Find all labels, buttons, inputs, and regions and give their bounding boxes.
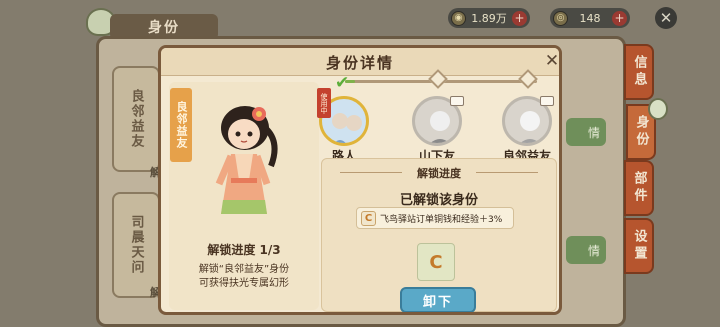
perk-row: C 飞鸟驿站订单铜钱和经验＋3% xyxy=(356,207,514,229)
copper-coin-value: 1.89万 xyxy=(471,12,507,25)
identity-card[interactable]: 良邻益友 xyxy=(112,66,160,172)
close-icon[interactable]: ✕ xyxy=(655,7,677,29)
add-copper-button[interactable]: + xyxy=(512,10,527,26)
add-jade-button[interactable]: + xyxy=(612,10,627,26)
close-icon[interactable]: ✕ xyxy=(544,51,559,71)
detail-button[interactable]: 情 xyxy=(566,118,606,146)
identity-card[interactable]: 司晨天问 xyxy=(112,192,160,298)
bonus-icon: C xyxy=(361,210,376,226)
check-icon: ✔ xyxy=(335,73,350,93)
character-illustration xyxy=(215,106,278,214)
copper-coin-icon: ◉ xyxy=(451,10,466,26)
tab-parts[interactable]: 部件 xyxy=(624,160,654,216)
jade-coin-counter: ◎ 148 + xyxy=(550,8,630,28)
character-name-ribbon: 良邻益友 xyxy=(170,88,192,162)
jade-coin-icon: ◎ xyxy=(553,10,568,26)
in-use-tag: 使用中 xyxy=(317,88,331,118)
identity-detail-modal: 身份详情 ✕ 良邻益友 解锁进度 1/3 解锁“良邻益友”身份 可获得扶光专属幻… xyxy=(158,45,562,315)
mascot-icon xyxy=(648,98,668,120)
role-badge-icon xyxy=(450,96,464,106)
jade-coin-value: 148 xyxy=(579,11,601,25)
unlock-count: 解锁进度 1/3 xyxy=(207,243,281,257)
reward-icon: C xyxy=(417,243,455,281)
unlock-description: 解锁“良邻益友”身份 可获得扶光专属幻形 xyxy=(198,264,290,289)
unlock-info-box: 解锁进度 已解锁该身份 C 飞鸟驿站订单铜钱和经验＋3% C 卸下 xyxy=(321,158,557,312)
unlocked-status: 已解锁该身份 xyxy=(399,193,478,208)
detail-button[interactable]: 情 xyxy=(566,236,606,264)
role-good-neighbor[interactable]: 良邻益友 xyxy=(499,96,555,164)
tab-info[interactable]: 信息 xyxy=(624,44,654,100)
role-mountain-friend[interactable]: 山下友 xyxy=(409,96,465,164)
modal-title: 身份详情 xyxy=(325,54,394,72)
info-header: 解锁进度 xyxy=(322,165,556,181)
perk-text: 飞鸟驿站订单铜钱和经验＋3% xyxy=(380,214,503,225)
unlock-progress-track xyxy=(345,69,538,89)
unequip-button[interactable]: 卸下 xyxy=(400,287,476,312)
copper-coin-counter: ◉ 1.89万 + xyxy=(448,8,530,28)
tab-settings[interactable]: 设置 xyxy=(624,218,654,274)
role-badge-icon xyxy=(540,96,554,106)
